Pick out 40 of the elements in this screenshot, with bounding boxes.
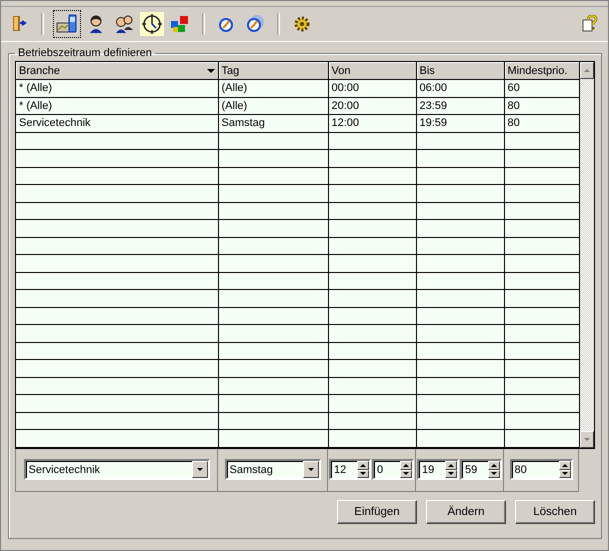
scrollbar[interactable] [580,62,594,448]
hour-spinner[interactable]: 12 [329,459,371,480]
minute-spinner[interactable]: 0 [372,459,414,480]
column-header[interactable]: Branche [16,62,218,80]
door-icon [11,15,27,33]
help-icon [582,15,598,33]
minute-spinner[interactable]: 59 [460,459,502,480]
table-cell: 80 [504,97,579,114]
priority-spinner[interactable]: 80 [510,459,572,480]
table-cell: 80 [504,114,579,132]
action-button[interactable]: Ändern [426,500,506,524]
group-title: Betriebszeitraum definieren [17,47,153,59]
column-header[interactable]: Mindestprio. [504,62,579,80]
action-button[interactable]: Einfügen [337,500,417,524]
table-cell: (Alle) [218,80,328,97]
table-cell: 00:00 [328,80,416,97]
table-cell: Samstag [218,114,328,132]
devices-icon [56,13,78,35]
action-button[interactable]: Löschen [515,500,595,524]
column-header[interactable]: Bis [416,62,504,80]
people-icon [113,14,135,34]
table-cell: 19:59 [416,114,504,132]
hour-spinner[interactable]: 19 [417,459,459,480]
table-cell: * (Alle) [16,97,218,114]
table-cell: Servicetechnik [16,114,218,132]
branch-dropdown[interactable]: Servicetechnik [24,459,210,480]
table-cell: 06:00 [416,80,504,97]
table-cell: * (Alle) [16,80,218,97]
gear-icon [293,15,311,33]
column-header[interactable]: Von [328,62,416,80]
column-header[interactable]: Tag [218,62,328,80]
blocks-icon [170,14,190,34]
table-cell: 12:00 [328,114,416,132]
table-cell: (Alle) [218,97,328,114]
table-cell: 60 [504,80,579,97]
sort-icon [206,68,214,72]
table-cell: 20:00 [328,97,416,114]
person-icon [87,14,105,34]
table-cell: 23:59 [416,97,504,114]
day-dropdown[interactable]: Samstag [224,459,320,480]
